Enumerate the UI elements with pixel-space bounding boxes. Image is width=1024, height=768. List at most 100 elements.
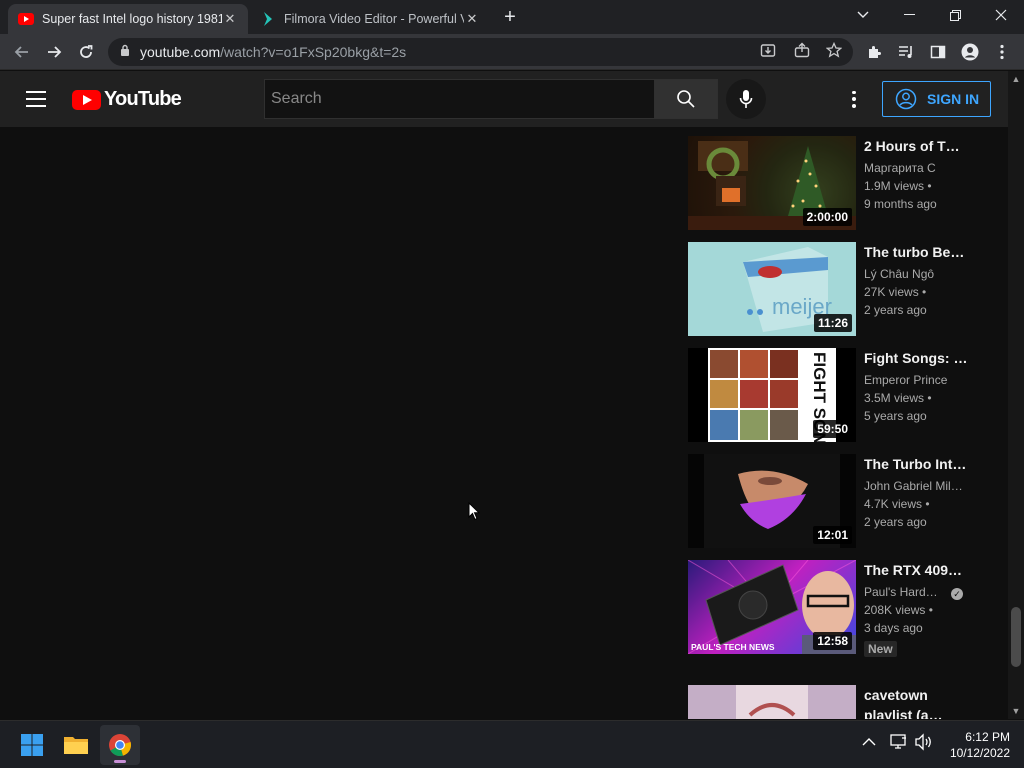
video-title[interactable]: The RTX 4090 is just the… — [864, 560, 968, 580]
tab-close-icon[interactable]: ✕ — [222, 11, 238, 27]
minimize-button[interactable] — [886, 0, 932, 30]
network-icon[interactable] — [890, 733, 908, 754]
volume-icon[interactable] — [914, 733, 934, 754]
active-app-indicator — [114, 760, 126, 763]
channel-name[interactable]: Lý Châu Ngô — [864, 265, 968, 283]
video-thumbnail[interactable] — [688, 685, 856, 719]
video-thumbnail[interactable]: 2:00:00 — [688, 136, 856, 230]
channel-name[interactable]: Emperor Prince — [864, 371, 968, 389]
bookmark-star-icon[interactable] — [824, 40, 844, 60]
video-title[interactable]: The turbo Best Animation… — [864, 242, 968, 262]
view-count: 208K views • — [864, 603, 933, 617]
video-thumbnail[interactable]: PAUL'S TECH NEWS 12:58 — [688, 560, 856, 654]
upload-age: 2 years ago — [864, 515, 927, 529]
video-duration: 11:26 — [813, 314, 852, 332]
url-host: youtube.com — [140, 44, 221, 60]
youtube-favicon-icon — [18, 11, 34, 27]
chrome-icon — [109, 734, 132, 757]
hamburger-menu-icon[interactable] — [26, 91, 46, 107]
taskbar-clock[interactable]: 6:12 PM 10/12/2022 — [940, 729, 1010, 761]
clock-time: 6:12 PM — [965, 730, 1010, 744]
side-panel-icon[interactable] — [928, 42, 948, 62]
search-button[interactable] — [654, 79, 718, 119]
video-thumbnail[interactable]: meijer 11:26 — [688, 242, 856, 336]
file-explorer-button[interactable] — [56, 725, 96, 765]
clock-date: 10/12/2022 — [949, 746, 1010, 760]
chrome-taskbar-button[interactable] — [100, 725, 140, 765]
windows-taskbar: 6:12 PM 10/12/2022 — [0, 720, 1024, 768]
search-input[interactable] — [264, 79, 655, 119]
view-count: 4.7K views • — [864, 497, 930, 511]
video-thumbnail[interactable]: FIGHT SONG 59:50 — [688, 348, 856, 442]
logo-text: YouTube — [104, 88, 182, 110]
scroll-down-arrow-icon[interactable]: ▼ — [1008, 703, 1024, 719]
upload-age: 3 days ago — [864, 621, 923, 635]
video-title[interactable]: Fight Songs: The Music of… — [864, 348, 968, 368]
close-window-button[interactable] — [978, 0, 1024, 30]
channel-name[interactable]: John Gabriel Mil… — [864, 477, 968, 495]
tab-title: Super fast Intel logo history 1981 — [42, 12, 222, 26]
profile-icon[interactable] — [960, 42, 980, 62]
new-tab-button[interactable]: + — [498, 6, 522, 30]
share-icon[interactable] — [792, 40, 812, 60]
youtube-header: YouTube SIGN IN — [0, 71, 1008, 127]
tab-close-icon[interactable]: ✕ — [464, 11, 480, 27]
extensions-puzzle-icon[interactable] — [864, 42, 884, 62]
video-thumbnail[interactable]: 12:01 — [688, 454, 856, 548]
video-duration: 12:01 — [813, 526, 852, 544]
sign-in-label: SIGN IN — [927, 91, 980, 107]
tab-search-chevron-icon[interactable] — [840, 0, 886, 30]
media-control-icon[interactable] — [896, 42, 916, 62]
voice-search-button[interactable] — [726, 79, 766, 119]
url-path: /watch?v=o1FxSp20bkg&t=2s — [220, 44, 407, 60]
tab-title: Filmora Video Editor - Powerful V — [284, 12, 464, 26]
start-button[interactable] — [12, 725, 52, 765]
related-video[interactable]: FIGHT SONG 59:50 Fight Songs: The Music … — [688, 348, 978, 442]
browser-toolbar: youtube.com/watch?v=o1FxSp20bkg&t=2s — [0, 34, 1024, 70]
related-video[interactable]: PAUL'S TECH NEWS 12:58 The RTX 4090 is j… — [688, 560, 978, 680]
channel-name[interactable]: Маргарита С — [864, 159, 968, 177]
related-video[interactable]: 2:00:00 2 Hours of The Best Classic… Мар… — [688, 136, 978, 230]
reload-button[interactable] — [74, 40, 98, 64]
video-duration: 2:00:00 — [802, 208, 852, 226]
forward-button[interactable] — [42, 40, 66, 64]
folder-icon — [64, 737, 88, 754]
settings-menu-icon[interactable] — [844, 89, 864, 109]
related-video[interactable]: meijer 11:26 The turbo Best Animation… L… — [688, 242, 978, 336]
tab-filmora[interactable]: Filmora Video Editor - Powerful V ✕ — [250, 4, 490, 34]
view-count: 1.9M views • — [864, 179, 932, 193]
view-count: 3.5M views • — [864, 391, 932, 405]
account-circle-icon — [895, 88, 917, 110]
back-button[interactable] — [10, 40, 34, 64]
youtube-logo[interactable]: YouTube — [72, 88, 182, 111]
scroll-up-arrow-icon[interactable]: ▲ — [1008, 71, 1024, 87]
sign-in-button[interactable]: SIGN IN — [882, 81, 991, 117]
address-bar[interactable]: youtube.com/watch?v=o1FxSp20bkg&t=2s — [108, 38, 853, 66]
page-scrollbar[interactable]: ▲ ▼ — [1008, 71, 1024, 719]
related-video[interactable]: cavetown playlist (a… — [688, 685, 978, 719]
mouse-cursor-icon — [468, 501, 481, 526]
upload-age: 9 months ago — [864, 197, 937, 211]
upload-age: 5 years ago — [864, 409, 927, 423]
upload-age: 2 years ago — [864, 303, 927, 317]
related-video[interactable]: 12:01 The Turbo Intel Logo History i… Jo… — [688, 454, 978, 548]
youtube-play-icon — [72, 89, 101, 110]
channel-name[interactable]: Paul's Hard… ✓ — [864, 583, 968, 601]
watch-page-content: 2:00:00 2 Hours of The Best Classic… Мар… — [0, 127, 1008, 719]
windows-logo-icon — [21, 734, 43, 756]
restore-button[interactable] — [932, 0, 978, 30]
news-text: PAUL'S TECH NEWS — [691, 642, 775, 652]
video-title[interactable]: The Turbo Intel Logo History i… — [864, 454, 968, 474]
lock-icon[interactable] — [120, 43, 130, 61]
scrollbar-thumb[interactable] — [1011, 607, 1021, 667]
search-icon — [677, 90, 695, 108]
video-title[interactable]: 2 Hours of The Best Classic… — [864, 136, 968, 156]
video-title[interactable]: cavetown playlist (a… — [864, 685, 968, 719]
filmora-favicon-icon — [260, 11, 276, 27]
show-hidden-icons-chevron-icon[interactable] — [862, 735, 876, 750]
tab-youtube[interactable]: Super fast Intel logo history 1981 ✕ — [8, 4, 248, 34]
view-count: 27K views • — [864, 285, 927, 299]
microphone-icon — [739, 90, 753, 108]
browser-menu-icon[interactable] — [992, 42, 1012, 62]
install-app-icon[interactable] — [758, 40, 778, 60]
